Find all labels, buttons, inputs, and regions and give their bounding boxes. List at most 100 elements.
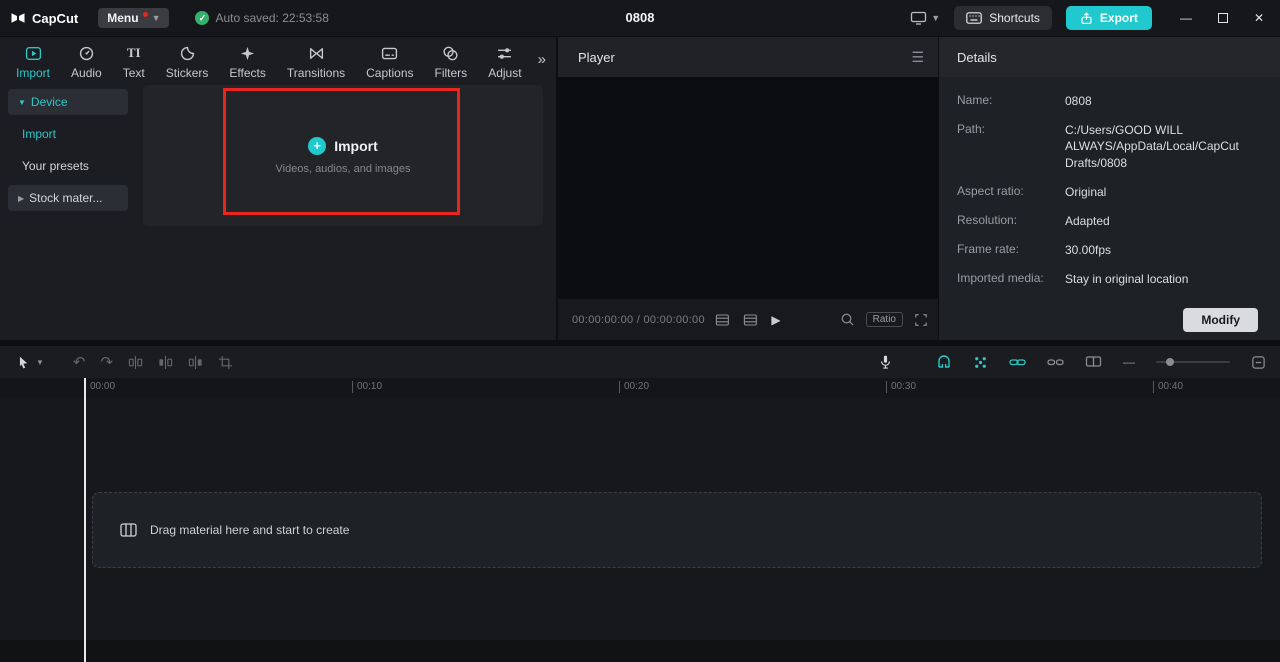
- shortcuts-label: Shortcuts: [989, 11, 1040, 25]
- player-title: Player: [578, 49, 615, 65]
- row-label: Resolution:: [957, 212, 1018, 227]
- undo-icon[interactable]: ↶: [73, 355, 86, 370]
- play-button[interactable]: ▶: [771, 313, 780, 327]
- monitor-icon: [911, 11, 927, 25]
- tab-stickers[interactable]: Stickers: [166, 44, 208, 80]
- shortcuts-button[interactable]: Shortcuts: [954, 6, 1052, 30]
- zoom-slider[interactable]: [1156, 358, 1230, 366]
- timeline-tracks-area[interactable]: Drag material here and start to create: [0, 398, 1280, 662]
- tab-audio[interactable]: Audio: [71, 44, 102, 80]
- sidebar-item-device[interactable]: ▼ Device: [8, 89, 128, 115]
- sidebar-item-your-presets[interactable]: Your presets: [8, 153, 128, 179]
- import-drop-zone[interactable]: + Import Videos, audios, and images: [143, 85, 543, 226]
- crop-icon[interactable]: [218, 355, 233, 370]
- ruler-tick: 00:40: [1153, 381, 1183, 393]
- media-sidebar: ▼ Device Import Your presets ▶ Stock mat…: [8, 89, 128, 217]
- sidebar-item-stock-materials[interactable]: ▶ Stock mater...: [8, 185, 128, 211]
- playhead[interactable]: [84, 378, 86, 662]
- tab-import[interactable]: Import: [16, 44, 50, 80]
- captions-icon: [381, 44, 398, 62]
- details-row-imported-media: Imported media: Stay in original locatio…: [957, 271, 1262, 287]
- modify-button[interactable]: Modify: [1183, 308, 1258, 332]
- player-controls-bar: 00:00:00:00 / 00:00:00:00 ▶ Ratio: [558, 299, 938, 340]
- link-icon[interactable]: [1009, 356, 1026, 368]
- record-voiceover-button[interactable]: [878, 354, 893, 370]
- tab-effects[interactable]: Effects: [229, 44, 266, 80]
- minimize-button[interactable]: —: [1180, 11, 1192, 25]
- frame-forward-icon[interactable]: [743, 313, 757, 326]
- dropdown-caret-icon[interactable]: ▼: [36, 358, 44, 367]
- unlink-icon[interactable]: [1047, 356, 1064, 368]
- preview-axis-icon[interactable]: [1085, 355, 1102, 369]
- row-value: C:/Users/GOOD WILL ALWAYS/AppData/Local/…: [1065, 123, 1239, 170]
- zoom-slider-knob[interactable]: [1166, 358, 1174, 366]
- row-value: Adapted: [1065, 213, 1110, 228]
- tab-captions[interactable]: Captions: [366, 44, 414, 80]
- autosave-text: Auto saved: 22:53:58: [215, 11, 329, 25]
- tab-label: Audio: [71, 66, 102, 80]
- delete-left-icon[interactable]: [158, 355, 173, 370]
- tab-text[interactable]: TI Text: [123, 44, 145, 80]
- player-viewport[interactable]: [558, 77, 938, 299]
- menu-button[interactable]: Menu ▼: [98, 8, 170, 28]
- filters-icon: [442, 44, 459, 62]
- import-zone-title: Import: [334, 137, 378, 154]
- details-panel: Details Name: 0808 Path: C:/Users/GOOD W…: [939, 37, 1280, 340]
- capcut-window: CapCut Menu ▼ ✓ Auto saved: 22:53:58 080…: [0, 0, 1280, 662]
- maximize-button[interactable]: [1217, 13, 1228, 23]
- timecode: 00:00:00:00 / 00:00:00:00: [572, 313, 705, 326]
- zoom-to-fit-icon[interactable]: [1251, 355, 1266, 370]
- frame-back-icon[interactable]: [715, 313, 729, 326]
- stickers-icon: [179, 44, 196, 62]
- timeline-toolbar: ▼ ↶ ↷ —: [0, 346, 1280, 378]
- row-value: Original: [1065, 184, 1107, 199]
- project-title: 0808: [625, 10, 655, 25]
- select-tool-icon: [19, 356, 28, 368]
- timeline-drop-target[interactable]: Drag material here and start to create: [92, 492, 1262, 568]
- ratio-button[interactable]: Ratio: [865, 312, 903, 327]
- display-select-button[interactable]: ▼: [910, 11, 940, 25]
- check-icon: ✓: [195, 11, 210, 25]
- tab-label: Import: [16, 66, 51, 80]
- sidebar-item-label: Stock mater...: [29, 191, 103, 205]
- split-icon[interactable]: [128, 355, 143, 370]
- sidebar-item-import[interactable]: Import: [8, 121, 128, 147]
- menu-label: Menu: [107, 11, 139, 25]
- media-icon: [120, 523, 137, 537]
- fullscreen-icon[interactable]: [914, 313, 928, 327]
- close-button[interactable]: ✕: [1254, 11, 1264, 25]
- details-row-name: Name: 0808: [957, 93, 1262, 109]
- audio-icon: [78, 44, 95, 62]
- zoom-out-icon[interactable]: —: [1123, 356, 1135, 368]
- row-label: Path:: [957, 122, 986, 137]
- capcut-logo-icon: [11, 13, 25, 23]
- tab-filters[interactable]: Filters: [434, 44, 468, 80]
- media-tabs: Import Audio TI Text Stickers Effects Tr…: [0, 37, 556, 83]
- sidebar-item-label: Device: [30, 95, 68, 109]
- mic-icon: [881, 355, 890, 369]
- preview-quality-icon[interactable]: [840, 312, 855, 327]
- effects-icon: [239, 44, 256, 62]
- row-label: Aspect ratio:: [957, 183, 1024, 198]
- more-tabs-icon[interactable]: »: [538, 51, 546, 68]
- tab-label: Transitions: [286, 66, 346, 80]
- delete-right-icon[interactable]: [188, 355, 203, 370]
- select-tool-button[interactable]: ▼: [16, 355, 44, 370]
- tab-adjust[interactable]: Adjust: [488, 44, 522, 80]
- export-button[interactable]: Export: [1065, 6, 1152, 30]
- media-panel: Import Audio TI Text Stickers Effects Tr…: [0, 37, 556, 340]
- timeline-scroll-area: [0, 640, 1280, 662]
- redo-icon[interactable]: ↷: [101, 355, 114, 370]
- tab-label: Filters: [434, 66, 468, 80]
- snapping-icon[interactable]: [973, 355, 988, 370]
- tab-transitions[interactable]: Transitions: [287, 44, 345, 80]
- transitions-icon: [308, 44, 325, 62]
- ruler-tick: 00:20: [619, 381, 649, 393]
- tab-label: Text: [122, 66, 145, 80]
- magnet-icon[interactable]: [936, 355, 952, 369]
- timeline-ruler[interactable]: 00:00 00:10 00:20 00:30 00:40: [0, 378, 1280, 398]
- player-menu-icon[interactable]: ☰: [911, 49, 924, 66]
- details-title: Details: [939, 37, 1280, 77]
- import-zone-subtitle: Videos, audios, and images: [275, 162, 411, 175]
- row-value: 30.00fps: [1065, 243, 1112, 258]
